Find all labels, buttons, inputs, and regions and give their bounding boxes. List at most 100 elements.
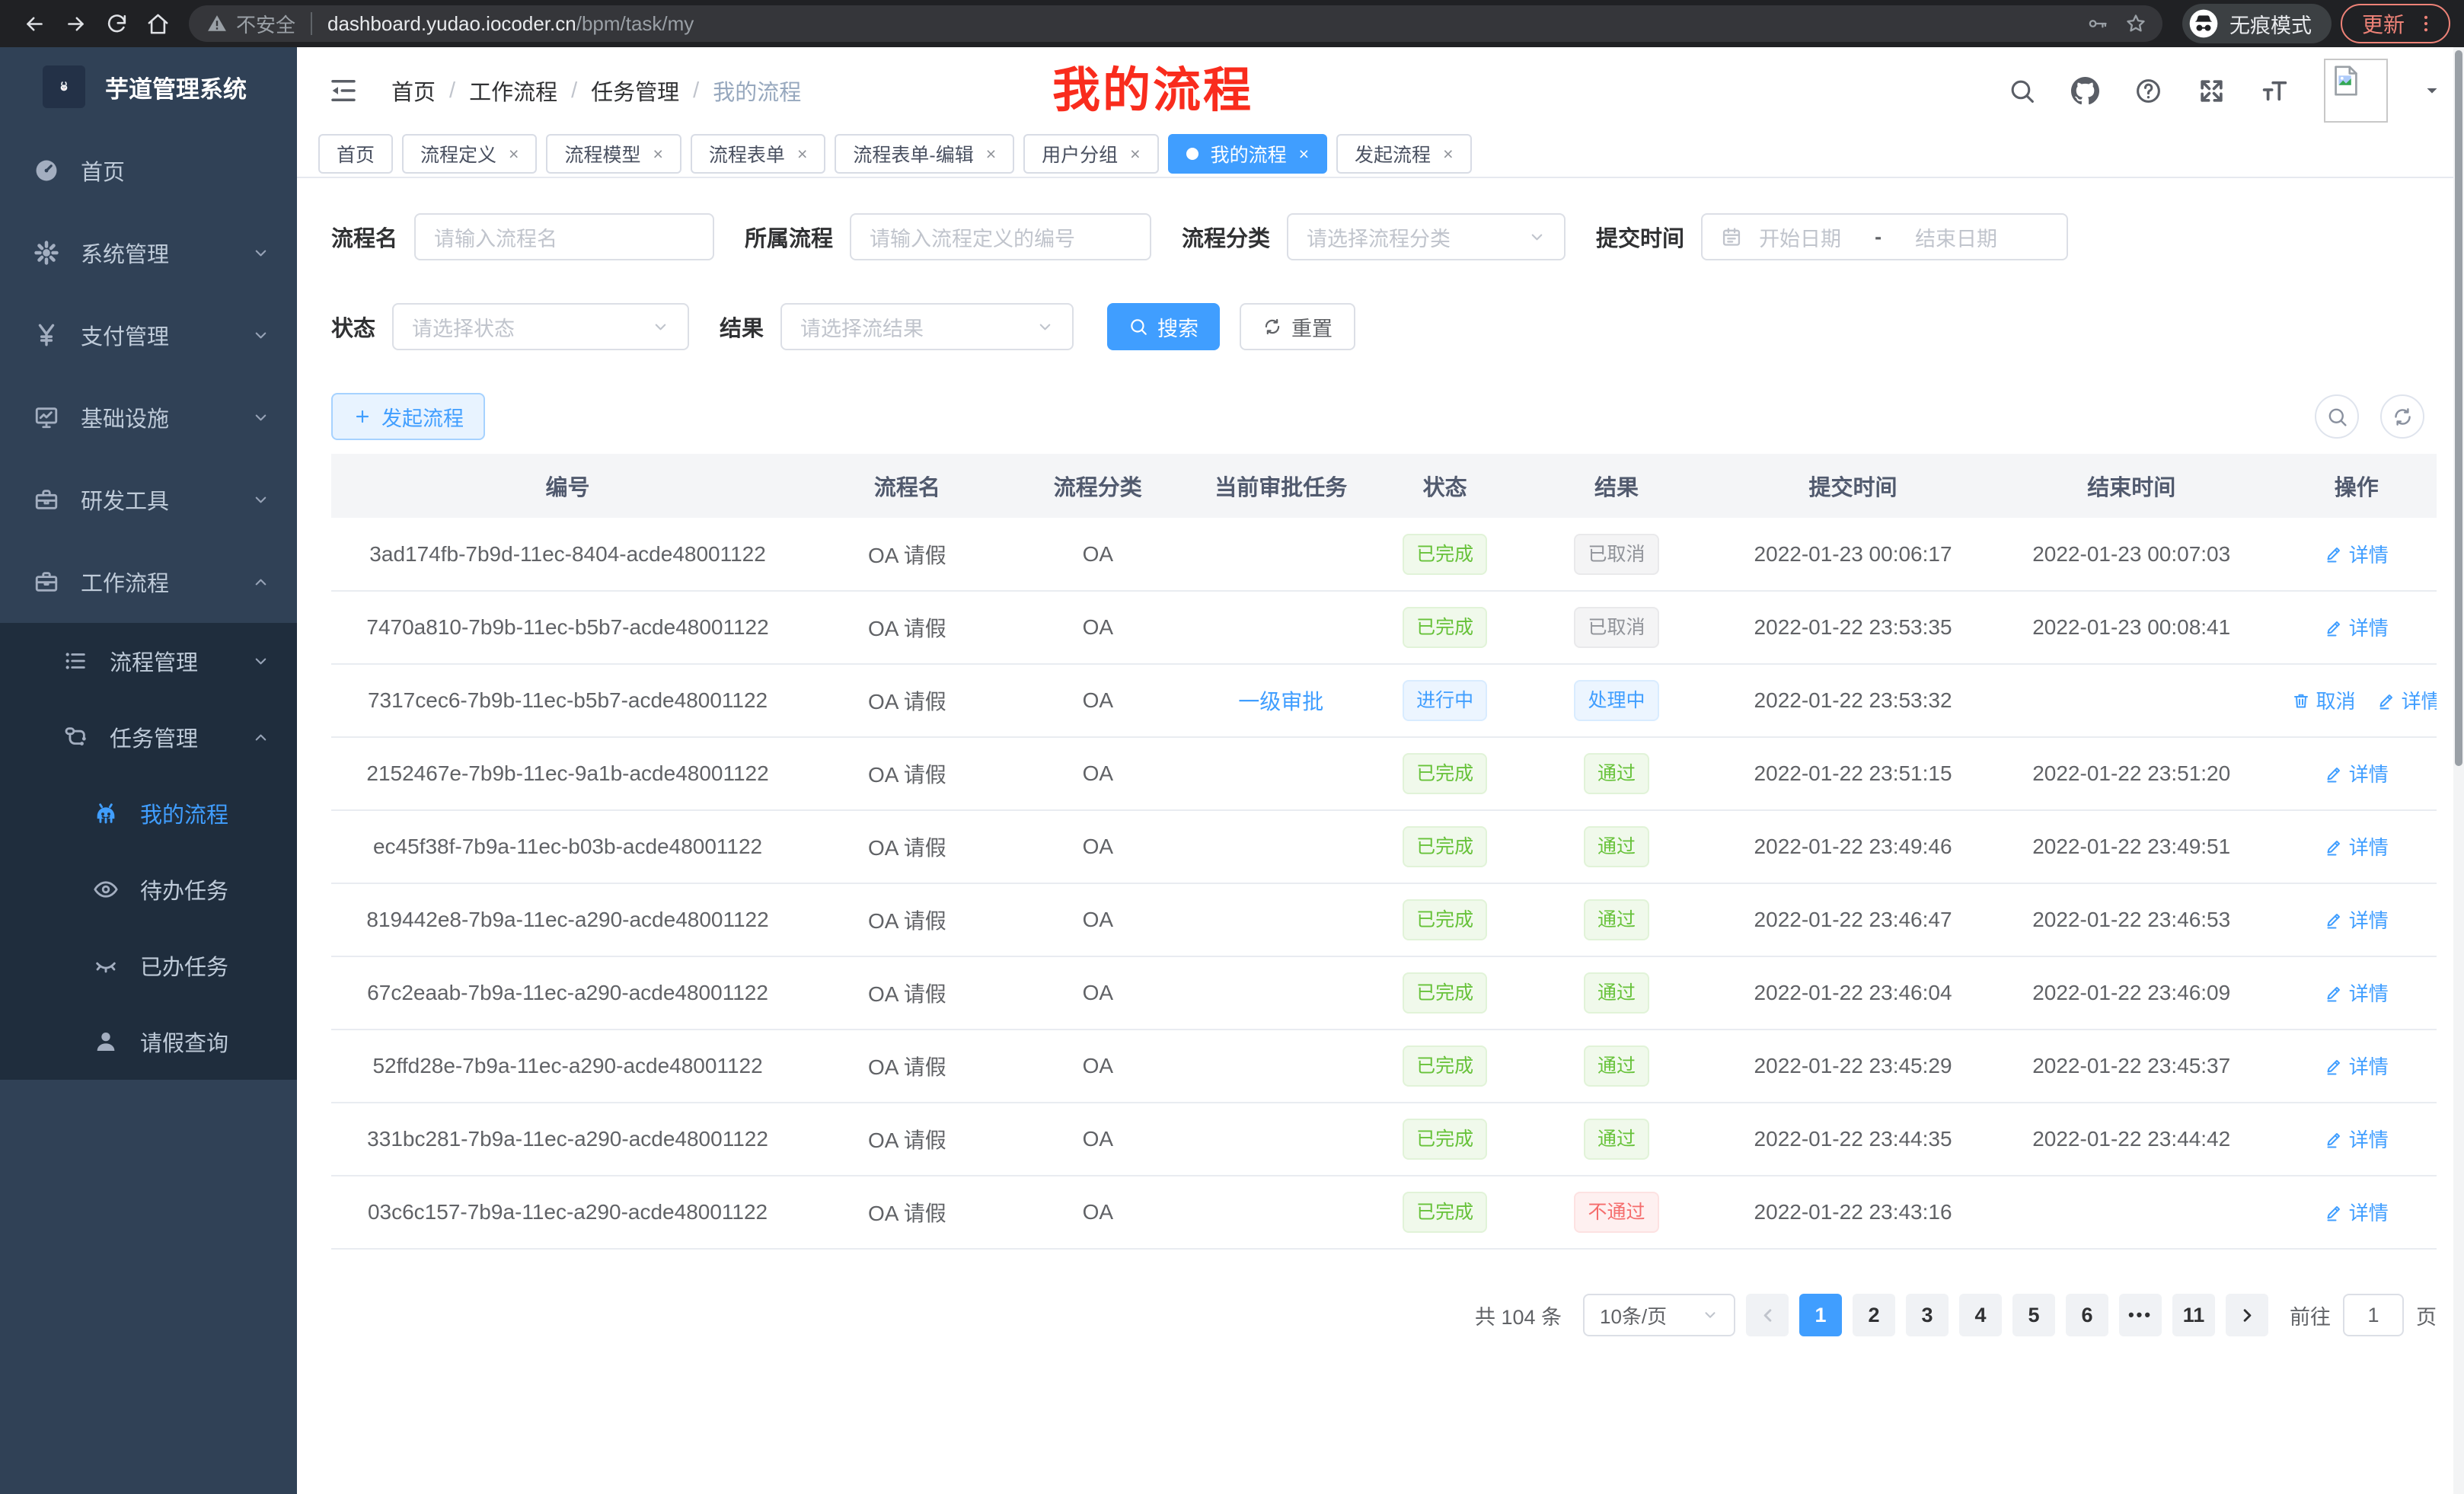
detail-link[interactable]: 详情 bbox=[2325, 978, 2389, 1007]
scrollbar[interactable] bbox=[2453, 47, 2464, 1494]
page-button-1[interactable]: 1 bbox=[1799, 1294, 1842, 1336]
browser-home-icon[interactable] bbox=[137, 3, 178, 44]
result-select[interactable]: 请选择流结果 bbox=[780, 303, 1074, 350]
font-size-icon[interactable] bbox=[2261, 77, 2289, 105]
page-button-2[interactable]: 2 bbox=[1853, 1294, 1895, 1336]
submit-time-daterange[interactable]: 开始日期-结束日期 bbox=[1701, 213, 2068, 260]
sidebar-item-workflow[interactable]: 工作流程 bbox=[0, 541, 297, 623]
tab-用户分组[interactable]: 用户分组 × bbox=[1023, 134, 1158, 174]
detail-link[interactable]: 详情 bbox=[2325, 613, 2389, 641]
cell-current-task bbox=[1186, 1103, 1376, 1176]
reset-button[interactable]: 重置 bbox=[1240, 303, 1355, 350]
tab-流程表单[interactable]: 流程表单× bbox=[691, 134, 825, 174]
detail-link[interactable]: 详情 bbox=[2325, 905, 2389, 934]
sidebar-item-process-manage[interactable]: 流程管理 bbox=[0, 623, 297, 699]
next-page-button[interactable] bbox=[2226, 1294, 2268, 1336]
detail-link[interactable]: 详情 bbox=[2325, 1125, 2389, 1153]
tab-close-icon[interactable]: × bbox=[653, 144, 662, 164]
tab-流程表单-编辑[interactable]: 流程表单-编辑× bbox=[835, 134, 1014, 174]
create-process-label: 发起流程 bbox=[381, 402, 464, 432]
page-button-4[interactable]: 4 bbox=[1959, 1294, 2002, 1336]
breadcrumb-item[interactable]: 任务管理 bbox=[591, 75, 679, 107]
browser-reload-icon[interactable] bbox=[96, 3, 137, 44]
column-header: 状态 bbox=[1376, 454, 1513, 518]
sidebar-item-infra[interactable]: 基础设施 bbox=[0, 376, 297, 458]
cell-end-time: 2022-01-22 23:45:37 bbox=[1987, 1030, 2277, 1103]
github-icon[interactable] bbox=[2071, 77, 2099, 105]
tab-close-icon[interactable]: × bbox=[1130, 144, 1140, 164]
fullscreen-icon[interactable] bbox=[2197, 77, 2226, 105]
cell-actions: 详情 bbox=[2277, 810, 2437, 883]
tab-发起流程[interactable]: 发起流程× bbox=[1336, 134, 1471, 174]
tab-label: 用户分组 bbox=[1042, 140, 1118, 168]
sidebar-item-leave-query[interactable]: 请假查询 bbox=[0, 1004, 297, 1080]
breadcrumb-item[interactable]: 工作流程 bbox=[469, 75, 557, 107]
scrollbar-thumb[interactable] bbox=[2455, 50, 2462, 766]
bookmark-star-icon[interactable] bbox=[2117, 6, 2155, 41]
breadcrumb-item[interactable]: 首页 bbox=[391, 75, 436, 107]
detail-link[interactable]: 详情 bbox=[2325, 1052, 2389, 1080]
tab-close-icon[interactable]: × bbox=[1443, 144, 1453, 164]
action-label: 详情 bbox=[2349, 1198, 2389, 1226]
sidebar-item-todo-task[interactable]: 待办任务 bbox=[0, 851, 297, 927]
page-button-5[interactable]: 5 bbox=[2012, 1294, 2055, 1336]
status-select[interactable]: 请选择状态 bbox=[392, 303, 689, 350]
prev-page-button[interactable] bbox=[1746, 1294, 1789, 1336]
create-process-button[interactable]: 发起流程 bbox=[331, 393, 485, 440]
tab-close-icon[interactable]: × bbox=[797, 144, 807, 164]
browser-forward-icon[interactable] bbox=[55, 3, 96, 44]
detail-link[interactable]: 详情 bbox=[2325, 759, 2389, 787]
page-button-3[interactable]: 3 bbox=[1906, 1294, 1949, 1336]
collapse-sidebar-icon[interactable] bbox=[327, 75, 359, 107]
browser-menu-icon[interactable] bbox=[2415, 13, 2437, 34]
sidebar-item-payment[interactable]: 支付管理 bbox=[0, 294, 297, 376]
avatar[interactable] bbox=[2324, 59, 2388, 123]
show-search-button[interactable] bbox=[2315, 394, 2359, 439]
cell-id: 7317cec6-7b9b-11ec-b5b7-acde48001122 bbox=[331, 664, 804, 737]
search-icon[interactable] bbox=[2008, 77, 2036, 105]
tab-close-icon[interactable]: × bbox=[986, 144, 996, 164]
browser-back-icon[interactable] bbox=[14, 3, 55, 44]
cell-process-name: OA 请假 bbox=[804, 664, 1010, 737]
parent-process-input[interactable]: 请输入流程定义的编号 bbox=[850, 213, 1151, 260]
password-key-icon[interactable] bbox=[2079, 6, 2117, 41]
browser-update-button[interactable]: 更新 bbox=[2341, 4, 2450, 43]
cell-result: 已取消 bbox=[1514, 518, 1719, 591]
detail-link[interactable]: 详情 bbox=[2377, 686, 2437, 714]
help-icon[interactable] bbox=[2134, 77, 2162, 105]
sidebar-item-done-task[interactable]: 已办任务 bbox=[0, 927, 297, 1004]
tab-close-icon[interactable]: × bbox=[1299, 144, 1309, 164]
goto-page-input[interactable]: 1 bbox=[2343, 1294, 2404, 1336]
process-name-input[interactable]: 请输入流程名 bbox=[414, 213, 714, 260]
task-link[interactable]: 一级审批 bbox=[1238, 690, 1323, 713]
process-category-select[interactable]: 请选择流程分类 bbox=[1287, 213, 1566, 260]
briefcase-icon bbox=[34, 569, 67, 595]
address-bar[interactable]: 不安全 dashboard.yudao.iocoder.cn/bpm/task/… bbox=[189, 5, 2162, 42]
detail-link[interactable]: 详情 bbox=[2325, 832, 2389, 860]
avatar-caret-icon[interactable] bbox=[2423, 81, 2441, 100]
result-badge: 已取消 bbox=[1574, 534, 1658, 575]
cell-category: OA bbox=[1010, 1103, 1186, 1176]
user-icon bbox=[93, 1029, 126, 1055]
page-button-6[interactable]: 6 bbox=[2066, 1294, 2108, 1336]
sidebar-item-task-manage[interactable]: 任务管理 bbox=[0, 699, 297, 775]
search-button[interactable]: 搜索 bbox=[1107, 303, 1220, 350]
detail-link[interactable]: 详情 bbox=[2325, 1198, 2389, 1226]
refresh-table-button[interactable] bbox=[2380, 394, 2424, 439]
tab-流程定义[interactable]: 流程定义× bbox=[402, 134, 537, 174]
tab-close-icon[interactable]: × bbox=[509, 144, 519, 164]
more-pages-button[interactable]: ••• bbox=[2119, 1294, 2162, 1336]
tab-首页[interactable]: 首页 bbox=[318, 134, 393, 174]
sidebar-item-system[interactable]: 系统管理 bbox=[0, 212, 297, 294]
sidebar-item-devtools[interactable]: 研发工具 bbox=[0, 458, 297, 541]
cancel-link[interactable]: 取消 bbox=[2292, 686, 2356, 714]
page-size-select[interactable]: 10条/页 bbox=[1583, 1294, 1735, 1336]
cell-submit-time: 2022-01-22 23:46:04 bbox=[1719, 956, 1987, 1030]
detail-link[interactable]: 详情 bbox=[2325, 540, 2389, 568]
tab-流程模型[interactable]: 流程模型× bbox=[546, 134, 681, 174]
sidebar-item-label: 我的流程 bbox=[140, 797, 270, 829]
tab-我的流程[interactable]: 我的流程× bbox=[1168, 134, 1327, 174]
sidebar-item-home[interactable]: 首页 bbox=[0, 129, 297, 212]
sidebar-item-my-process[interactable]: 我的流程 bbox=[0, 775, 297, 851]
page-button-11[interactable]: 11 bbox=[2172, 1294, 2215, 1336]
